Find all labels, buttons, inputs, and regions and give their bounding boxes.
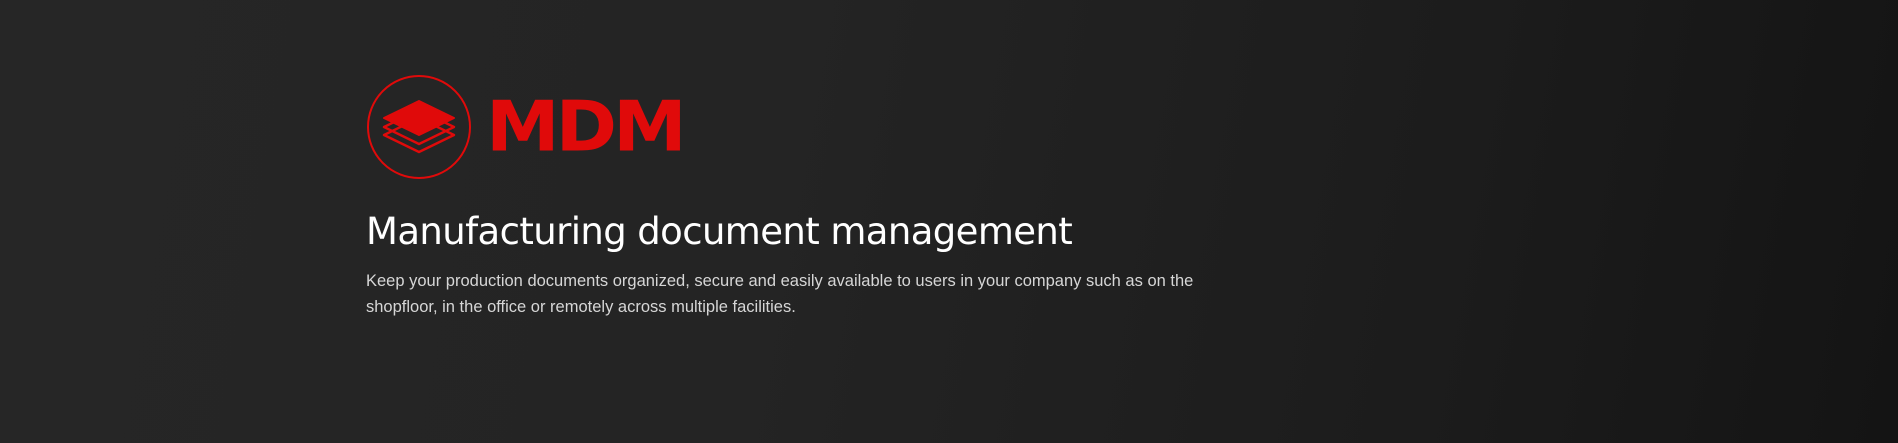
logo-wordmark: MDM (486, 86, 687, 168)
page-title: Manufacturing document management (366, 210, 1073, 253)
mdm-logo: MDM (366, 74, 687, 180)
layers-icon (367, 75, 471, 179)
hero-description: Keep your production documents organized… (366, 272, 1194, 316)
hero-banner: MDM Manufacturing document management Ke… (0, 0, 1898, 443)
